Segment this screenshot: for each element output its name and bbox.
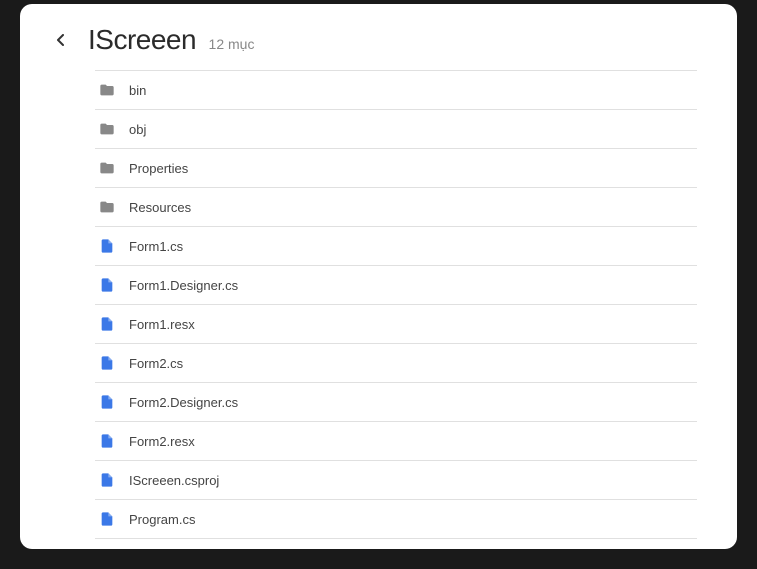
chevron-left-icon (56, 34, 64, 46)
item-name: Form2.cs (129, 356, 183, 371)
item-name: Form1.cs (129, 239, 183, 254)
file-icon (99, 316, 115, 332)
item-name: Form1.resx (129, 317, 195, 332)
list-item[interactable]: Form2.resx (95, 421, 697, 460)
file-list: bin obj Properties Resources Form1.cs Form1.D… (95, 70, 697, 539)
file-icon (99, 238, 115, 254)
list-item[interactable]: bin (95, 70, 697, 109)
file-icon (99, 277, 115, 293)
folder-icon (99, 199, 115, 215)
list-item[interactable]: Form2.Designer.cs (95, 382, 697, 421)
file-icon (99, 511, 115, 527)
list-item[interactable]: Form1.cs (95, 226, 697, 265)
folder-title: IScreeen (88, 24, 196, 55)
item-name: Form2.resx (129, 434, 195, 449)
file-icon (99, 472, 115, 488)
list-item[interactable]: IScreeen.csproj (95, 460, 697, 499)
header-row: IScreeen 12 mục (50, 24, 697, 70)
file-icon (99, 433, 115, 449)
item-name: Properties (129, 161, 188, 176)
list-item[interactable]: Form2.cs (95, 343, 697, 382)
folder-icon (99, 160, 115, 176)
list-item[interactable]: Resources (95, 187, 697, 226)
item-name: Resources (129, 200, 191, 215)
file-icon (99, 355, 115, 371)
item-name: obj (129, 122, 146, 137)
item-count: 12 mục (209, 36, 255, 52)
file-browser-panel: IScreeen 12 mục bin obj Properties Resource… (20, 4, 737, 549)
title-group: IScreeen 12 mục (88, 24, 254, 56)
folder-icon (99, 82, 115, 98)
list-item[interactable]: Properties (95, 148, 697, 187)
back-button[interactable] (50, 30, 70, 50)
list-item[interactable]: Form1.Designer.cs (95, 265, 697, 304)
list-item[interactable]: Form1.resx (95, 304, 697, 343)
list-item[interactable]: Program.cs (95, 499, 697, 539)
item-name: Form1.Designer.cs (129, 278, 238, 293)
item-name: IScreeen.csproj (129, 473, 219, 488)
folder-icon (99, 121, 115, 137)
item-name: Form2.Designer.cs (129, 395, 238, 410)
list-item[interactable]: obj (95, 109, 697, 148)
item-name: Program.cs (129, 512, 195, 527)
item-name: bin (129, 83, 146, 98)
file-icon (99, 394, 115, 410)
